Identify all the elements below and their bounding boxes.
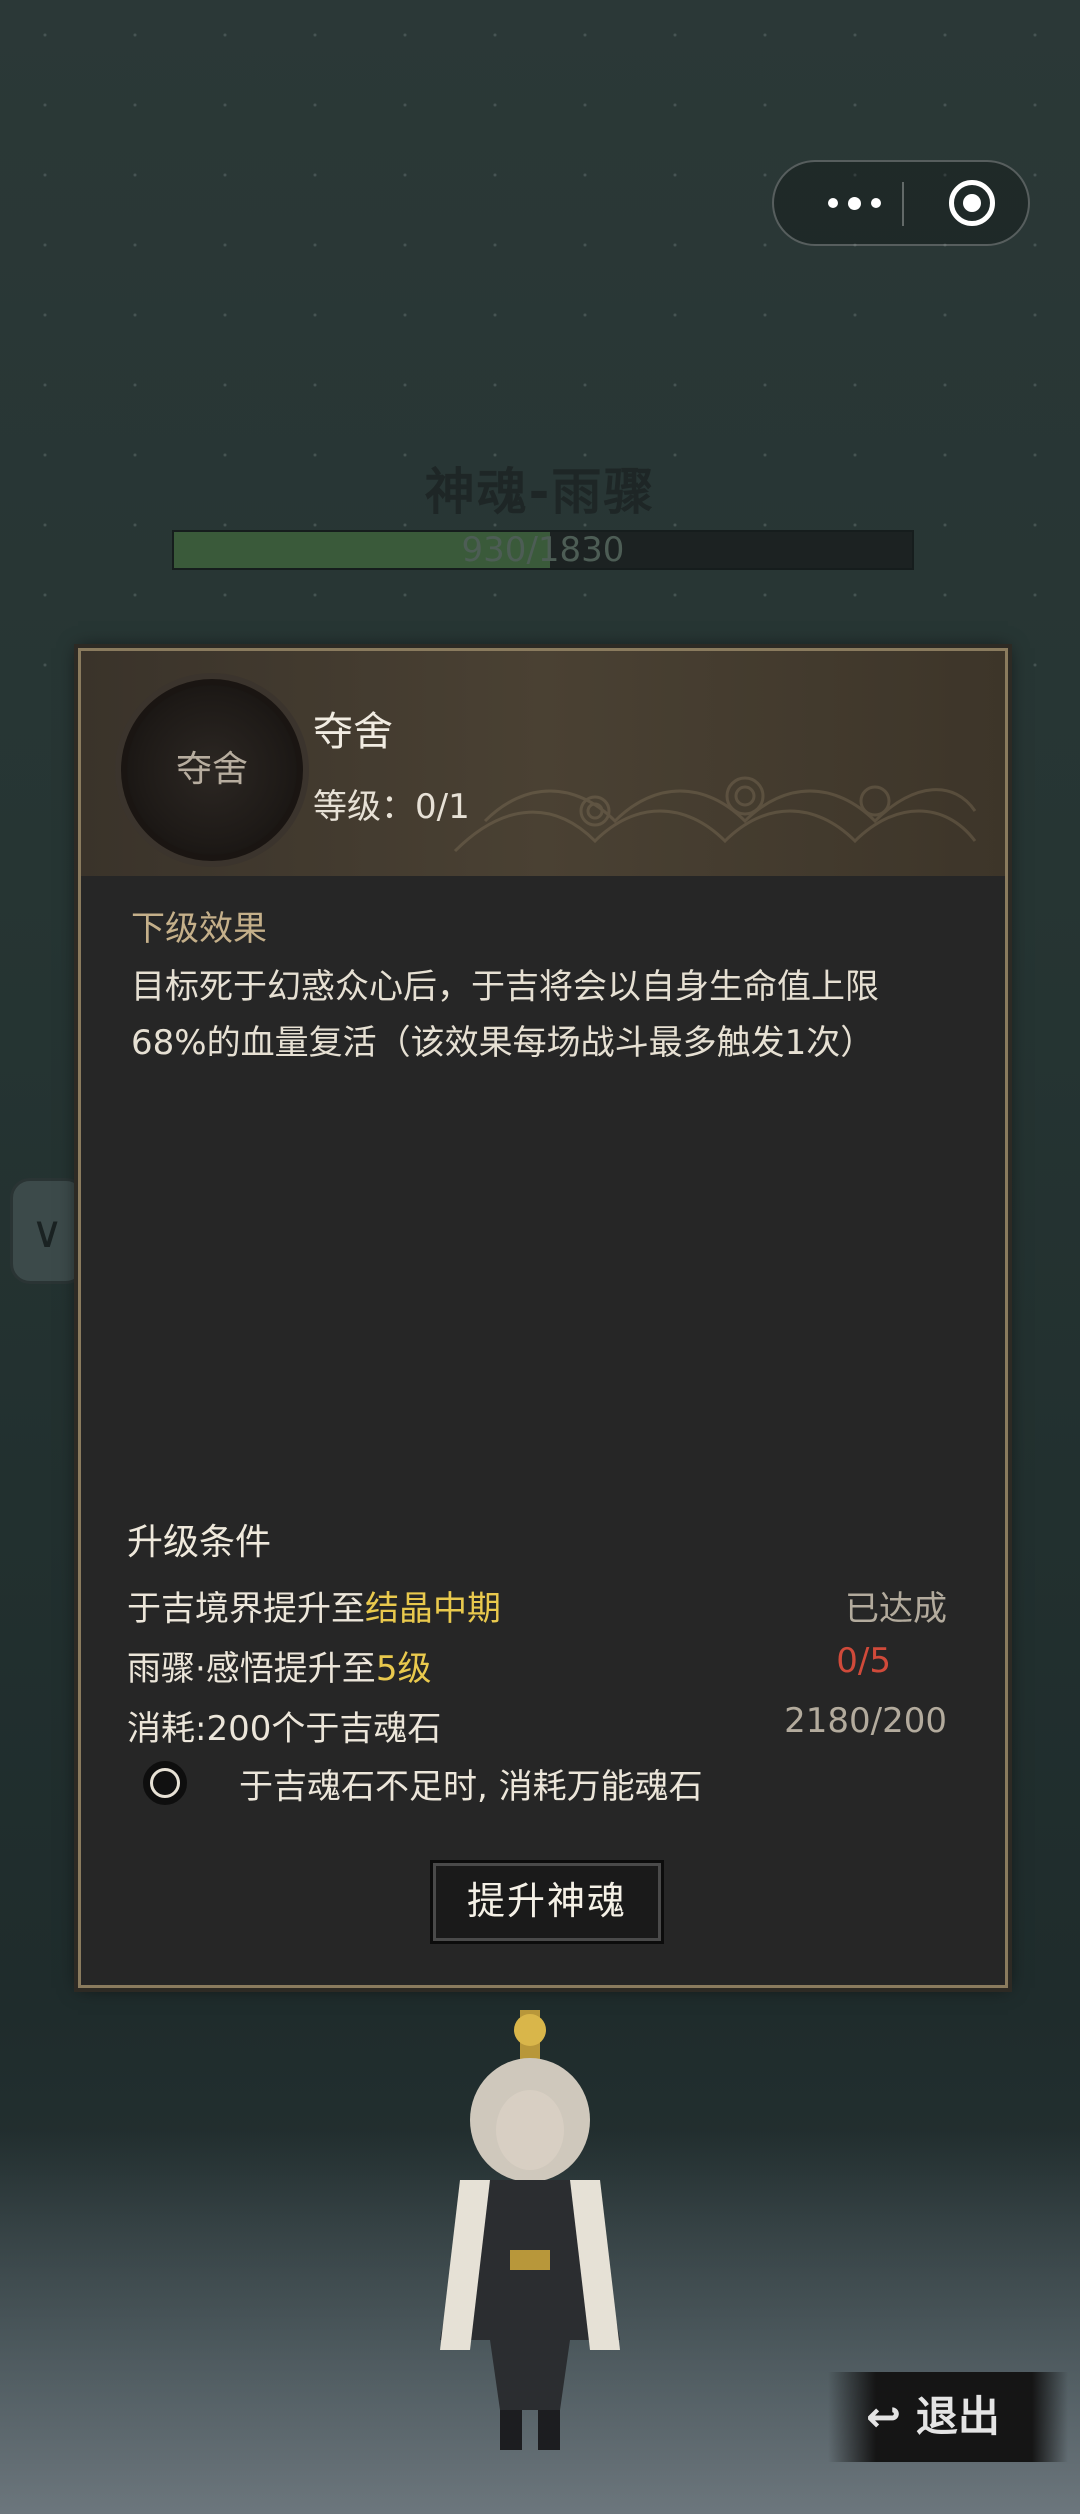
soul-title: 神魂-雨骤 xyxy=(424,463,656,521)
skill-detail-dialog: 夺舍 夺舍 等级：0/1 下级效果 目标死于幻惑众心后，于吉将会以自身生命值上限… xyxy=(78,648,1008,1988)
soul-progress-text: 930/1830 xyxy=(461,530,625,570)
condition-row: 雨骤·感悟提升至5级 0/5 xyxy=(127,1641,947,1693)
more-dots-icon[interactable] xyxy=(814,162,894,244)
miniprogram-capsule xyxy=(772,160,1030,246)
upgrade-section-title: 升级条件 xyxy=(127,1522,272,1563)
effect-description: 目标死于幻惑众心后，于吉将会以自身生命值上限68%的血量复活（该效果每场战斗最多… xyxy=(131,967,879,1063)
condition-row: 消耗:200个于吉魂石 2180/200 xyxy=(127,1701,947,1753)
skill-name: 夺舍 xyxy=(313,709,393,755)
exit-button[interactable]: ↩ 退出 xyxy=(828,2372,1068,2462)
condition-status: 0/5 xyxy=(836,1641,891,1681)
upgrade-soul-button[interactable]: 提升神魂 xyxy=(433,1863,661,1941)
collapse-tab[interactable]: ∨ xyxy=(10,1178,86,1284)
soul-progress-bar: 930/1830 xyxy=(172,530,914,570)
condition-text: 雨骤·感悟提升至 xyxy=(127,1649,376,1689)
condition-status: 已达成 xyxy=(845,1589,947,1629)
condition-highlight: 5级 xyxy=(375,1649,432,1689)
use-universal-stone-checkbox[interactable] xyxy=(143,1761,187,1805)
effect-section-title: 下级效果 xyxy=(131,909,267,949)
condition-text: 消耗:200个于吉魂石 xyxy=(127,1709,442,1749)
checkbox-label: 于吉魂石不足时, 消耗万能魂石 xyxy=(239,1767,703,1807)
back-arrow-icon: ↩ xyxy=(866,2392,902,2441)
capsule-divider xyxy=(902,182,904,226)
wave-pattern-icon xyxy=(453,776,977,853)
skill-icon: 夺舍 xyxy=(121,679,303,861)
condition-row: 于吉境界提升至结晶中期 已达成 xyxy=(127,1581,947,1633)
character-sprite xyxy=(440,2010,620,2450)
snow-particles xyxy=(0,0,1080,700)
dialog-header: 夺舍 夺舍 等级：0/1 xyxy=(81,651,1005,876)
condition-text: 于吉境界提升至 xyxy=(127,1589,365,1629)
condition-highlight: 结晶中期 xyxy=(365,1589,501,1629)
chevron-down-icon: ∨ xyxy=(31,1207,64,1258)
skill-level: 等级：0/1 xyxy=(313,787,470,827)
condition-status: 2180/200 xyxy=(784,1701,947,1741)
skill-icon-label: 夺舍 xyxy=(175,749,248,790)
exit-label: 退出 xyxy=(915,2392,1000,2441)
target-icon[interactable] xyxy=(949,180,995,226)
